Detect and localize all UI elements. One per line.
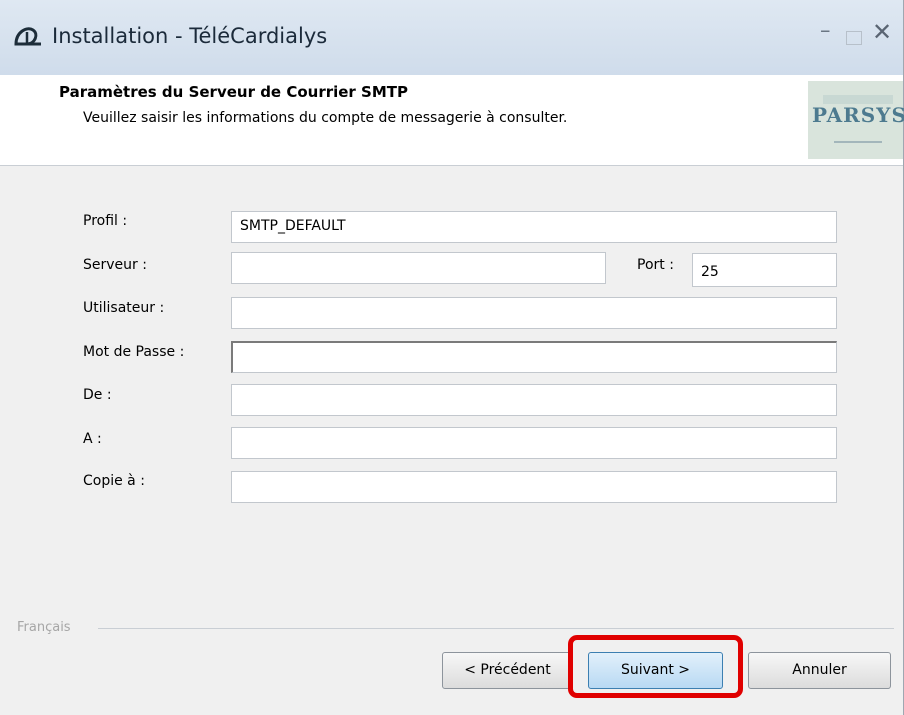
serveur-field[interactable]: [231, 252, 606, 284]
installer-window: Installation - TéléCardialys – ✕ Paramèt…: [0, 0, 904, 715]
window-title: Installation - TéléCardialys: [52, 24, 328, 48]
serveur-label: Serveur :: [83, 257, 147, 273]
port-field[interactable]: 25: [692, 253, 837, 287]
de-field[interactable]: [231, 384, 837, 416]
de-label: De :: [83, 387, 112, 403]
utilisateur-field[interactable]: [231, 297, 837, 329]
password-field[interactable]: [231, 341, 837, 373]
maximize-button[interactable]: [846, 31, 862, 45]
profil-label: Profil :: [83, 213, 128, 229]
close-button[interactable]: ✕: [872, 18, 892, 46]
a-label: A :: [83, 431, 102, 447]
language-label: Français: [17, 620, 71, 635]
parsys-logo: PARSYS: [808, 81, 904, 159]
previous-button[interactable]: < Précédent: [442, 652, 573, 689]
profil-field[interactable]: SMTP_DEFAULT: [231, 211, 837, 243]
cancel-button[interactable]: Annuler: [748, 652, 891, 689]
copie-field[interactable]: [231, 471, 837, 503]
motdepasse-label: Mot de Passe :: [83, 344, 185, 360]
utilisateur-label: Utilisateur :: [83, 300, 165, 316]
page-subtitle: Veuillez saisir les informations du comp…: [83, 110, 568, 126]
copie-label: Copie à :: [83, 473, 145, 489]
page-title: Paramètres du Serveur de Courrier SMTP: [59, 83, 408, 101]
minimize-button[interactable]: –: [820, 18, 831, 42]
port-label: Port :: [637, 257, 674, 273]
footer-divider: [98, 628, 894, 629]
page-header: Paramètres du Serveur de Courrier SMTP V…: [0, 75, 904, 166]
a-field[interactable]: [231, 427, 837, 459]
title-bar: Installation - TéléCardialys – ✕: [0, 0, 903, 83]
app-logo-icon: [14, 27, 41, 46]
highlight-box: [568, 635, 743, 698]
logo-text: PARSYS: [812, 103, 904, 127]
